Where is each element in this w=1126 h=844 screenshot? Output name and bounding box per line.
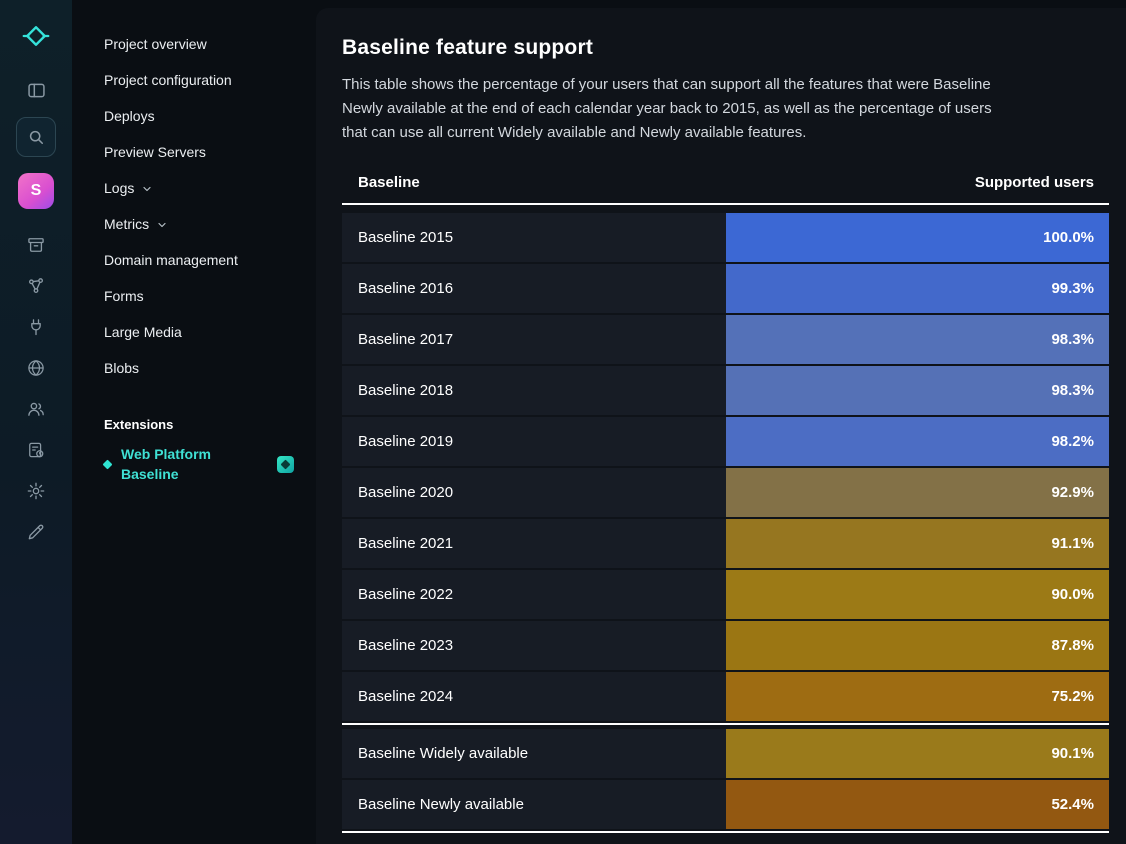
row-label: Baseline 2018 [342, 366, 726, 415]
icon-rail: S [0, 0, 72, 844]
project-nav: Project overview Project configuration D… [72, 0, 316, 844]
archive-box-icon [26, 235, 46, 255]
nav-item-label: Domain management [104, 252, 238, 268]
row-label: Baseline 2021 [342, 519, 726, 568]
table-row: Baseline Widely available 90.1% [342, 729, 1109, 778]
nav-item-domain-management[interactable]: Domain management [104, 242, 296, 278]
nav-item-logs[interactable]: Logs [104, 170, 296, 206]
table-row: Baseline 2017 98.3% [342, 315, 1109, 364]
row-label: Baseline 2022 [342, 570, 726, 619]
row-label: Baseline 2017 [342, 315, 726, 364]
nav-item-project-configuration[interactable]: Project configuration [104, 62, 296, 98]
row-value-bar: 92.9% [726, 468, 1110, 517]
nav-item-label: Deploys [104, 108, 155, 124]
nav-item-preview-servers[interactable]: Preview Servers [104, 134, 296, 170]
feedback-rail-button[interactable] [16, 512, 56, 552]
users-icon [26, 399, 46, 419]
domains-rail-button[interactable] [16, 348, 56, 388]
sidebar-toggle-icon [26, 80, 47, 101]
nav-item-label: Logs [104, 180, 134, 196]
table-row: Baseline 2020 92.9% [342, 468, 1109, 517]
search-icon [26, 127, 46, 147]
nav-item-label: Project configuration [104, 72, 232, 88]
nav-item-label: Project overview [104, 36, 207, 52]
nav-item-label: Metrics [104, 216, 149, 232]
table-separator [342, 723, 1109, 725]
table-row: Baseline 2021 91.1% [342, 519, 1109, 568]
baseline-extension-badge-icon [277, 456, 294, 473]
pencil-icon [26, 522, 46, 542]
team-avatar[interactable]: S [18, 173, 54, 209]
column-header-baseline: Baseline [358, 174, 420, 191]
extension-label: Web Platform Baseline [121, 444, 239, 484]
nav-item-label: Preview Servers [104, 144, 206, 160]
table-header: Baseline Supported users [342, 174, 1109, 205]
nav-item-metrics[interactable]: Metrics [104, 206, 296, 242]
row-label: Baseline 2019 [342, 417, 726, 466]
row-value-bar: 99.3% [726, 264, 1110, 313]
row-value-bar: 90.0% [726, 570, 1110, 619]
search-button[interactable] [16, 117, 56, 157]
nav-item-label: Large Media [104, 324, 182, 340]
integrations-rail-button[interactable] [16, 266, 56, 306]
deploys-rail-button[interactable] [16, 225, 56, 265]
table-row: Baseline 2015 100.0% [342, 213, 1109, 262]
netlify-logo[interactable] [16, 16, 56, 56]
row-value-bar: 52.4% [726, 780, 1110, 829]
extensions-heading: Extensions [104, 408, 296, 440]
row-value-bar: 90.1% [726, 729, 1110, 778]
nav-item-label: Forms [104, 288, 144, 304]
nav-item-deploys[interactable]: Deploys [104, 98, 296, 134]
page-title: Baseline feature support [342, 36, 1109, 60]
globe-icon [26, 358, 46, 378]
main-area: Baseline feature support This table show… [316, 0, 1126, 844]
plug-icon [26, 317, 46, 337]
members-rail-button[interactable] [16, 389, 56, 429]
extension-bullet-icon [103, 459, 113, 469]
nav-item-label: Blobs [104, 360, 139, 376]
row-label: Baseline Newly available [342, 780, 726, 829]
row-label: Baseline Widely available [342, 729, 726, 778]
nav-item-large-media[interactable]: Large Media [104, 314, 296, 350]
nodes-icon [26, 276, 46, 296]
row-value-bar: 91.1% [726, 519, 1110, 568]
nav-item-forms[interactable]: Forms [104, 278, 296, 314]
row-label: Baseline 2016 [342, 264, 726, 313]
table-row: Baseline 2018 98.3% [342, 366, 1109, 415]
row-label: Baseline 2024 [342, 672, 726, 721]
chevron-down-icon [156, 219, 168, 231]
audit-log-icon [26, 440, 46, 460]
table-row: Baseline 2022 90.0% [342, 570, 1109, 619]
table-row: Baseline 2016 99.3% [342, 264, 1109, 313]
row-value-bar: 100.0% [726, 213, 1110, 262]
nav-item-web-platform-baseline[interactable]: Web Platform Baseline [104, 444, 294, 484]
row-value-bar: 98.3% [726, 366, 1110, 415]
settings-rail-button[interactable] [16, 471, 56, 511]
main-panel: Baseline feature support This table show… [316, 8, 1126, 844]
chevron-down-icon [141, 183, 153, 195]
table-bottom-rule [342, 831, 1109, 833]
sidebar-toggle-button[interactable] [16, 70, 56, 110]
row-value-bar: 98.3% [726, 315, 1110, 364]
audit-log-rail-button[interactable] [16, 430, 56, 470]
row-value-bar: 87.8% [726, 621, 1110, 670]
page-description: This table shows the percentage of your … [342, 73, 992, 145]
baseline-table: Baseline Supported users Baseline 2015 1… [342, 174, 1109, 833]
gear-icon [26, 481, 46, 501]
nav-item-project-overview[interactable]: Project overview [104, 26, 296, 62]
row-label: Baseline 2023 [342, 621, 726, 670]
nav-item-blobs[interactable]: Blobs [104, 350, 296, 386]
table-row: Baseline Newly available 52.4% [342, 780, 1109, 829]
row-label: Baseline 2020 [342, 468, 726, 517]
row-label: Baseline 2015 [342, 213, 726, 262]
row-value-bar: 98.2% [726, 417, 1110, 466]
table-row: Baseline 2024 75.2% [342, 672, 1109, 721]
row-value-bar: 75.2% [726, 672, 1110, 721]
column-header-supported-users: Supported users [975, 174, 1094, 191]
netlify-logo-icon [22, 22, 50, 50]
table-row: Baseline 2023 87.8% [342, 621, 1109, 670]
table-row: Baseline 2019 98.2% [342, 417, 1109, 466]
connect-rail-button[interactable] [16, 307, 56, 347]
